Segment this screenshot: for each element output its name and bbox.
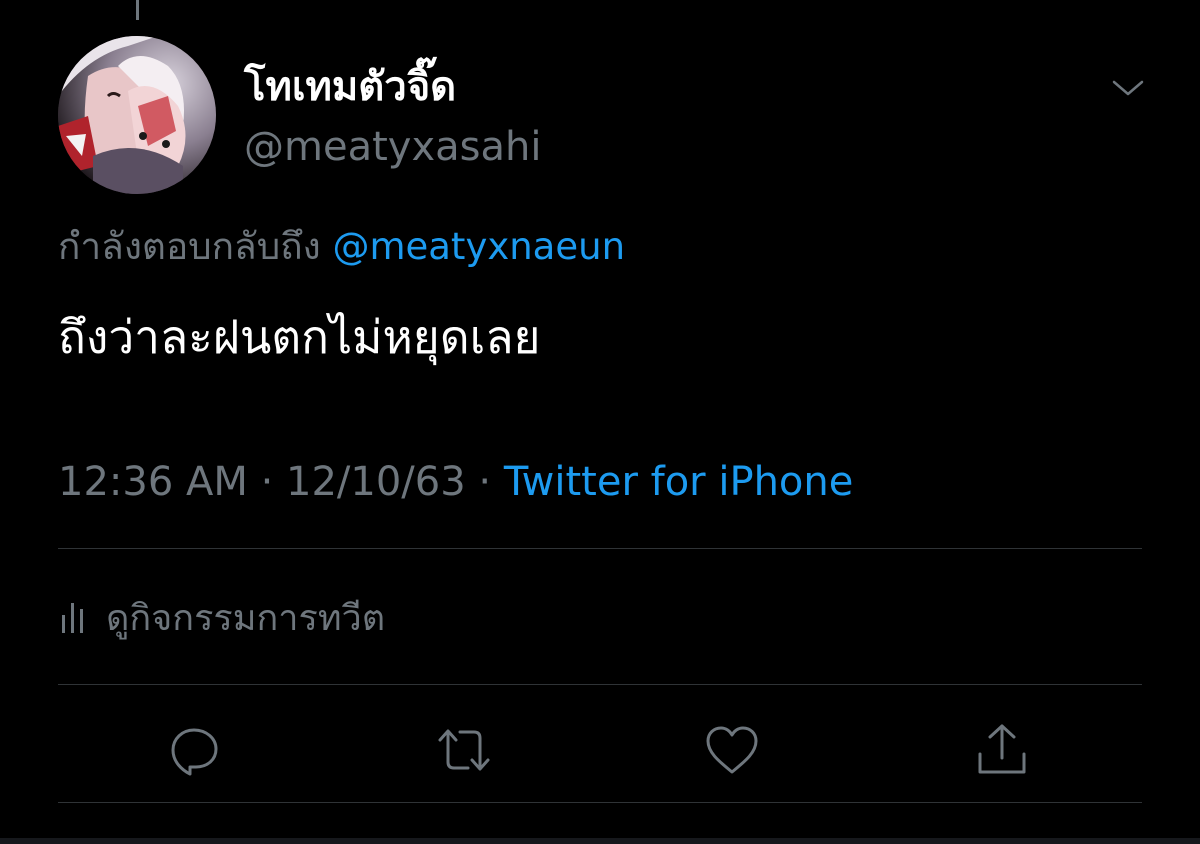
thread-connector-line (136, 0, 139, 20)
tweet-detail-view: โทเทมตัวจิ๊ด @meatyxasahi กำลังตอบกลับถึ… (0, 0, 1200, 844)
view-tweet-activity-button[interactable]: ดูกิจกรรมการทวีต (58, 590, 385, 644)
tweet-metadata: 12:36 AM · 12/10/63 · Twitter for iPhone (58, 455, 853, 509)
replying-to-mention[interactable]: @meatyxnaeun (332, 225, 625, 268)
retweet-button[interactable] (432, 718, 496, 782)
retweet-icon (438, 729, 490, 771)
replying-to-prefix: กำลังตอบกลับถึง (58, 225, 321, 268)
tweet-time[interactable]: 12:36 AM (58, 459, 248, 505)
speech-bubble-icon (171, 728, 218, 776)
divider (58, 684, 1142, 685)
divider (58, 548, 1142, 549)
tweet-text: ถึงว่าละฝนตกไม่หยุดเลย (58, 310, 541, 364)
tweet-source-link[interactable]: Twitter for iPhone (504, 459, 854, 505)
analytics-bars-icon (62, 603, 83, 633)
reply-button[interactable] (162, 718, 226, 782)
tweet-date[interactable]: 12/10/63 (286, 459, 466, 505)
share-icon (978, 724, 1026, 774)
view-activity-label: ดูกิจกรรมการทวีต (106, 597, 386, 639)
avatar[interactable] (58, 36, 216, 194)
like-button[interactable] (700, 718, 764, 782)
more-options-button[interactable] (1106, 66, 1150, 110)
share-button[interactable] (970, 718, 1034, 782)
separator-dot: · (478, 459, 492, 505)
user-handle[interactable]: @meatyxasahi (244, 122, 541, 172)
replying-to-line: กำลังตอบกลับถึง @meatyxnaeun (58, 222, 625, 272)
avatar-image (58, 36, 216, 194)
display-name[interactable]: โทเทมตัวจิ๊ด (244, 62, 456, 112)
separator-dot: · (260, 459, 274, 505)
heart-icon (706, 726, 758, 774)
chevron-down-icon (1112, 80, 1144, 96)
bottom-edge (0, 838, 1200, 844)
divider (58, 802, 1142, 803)
